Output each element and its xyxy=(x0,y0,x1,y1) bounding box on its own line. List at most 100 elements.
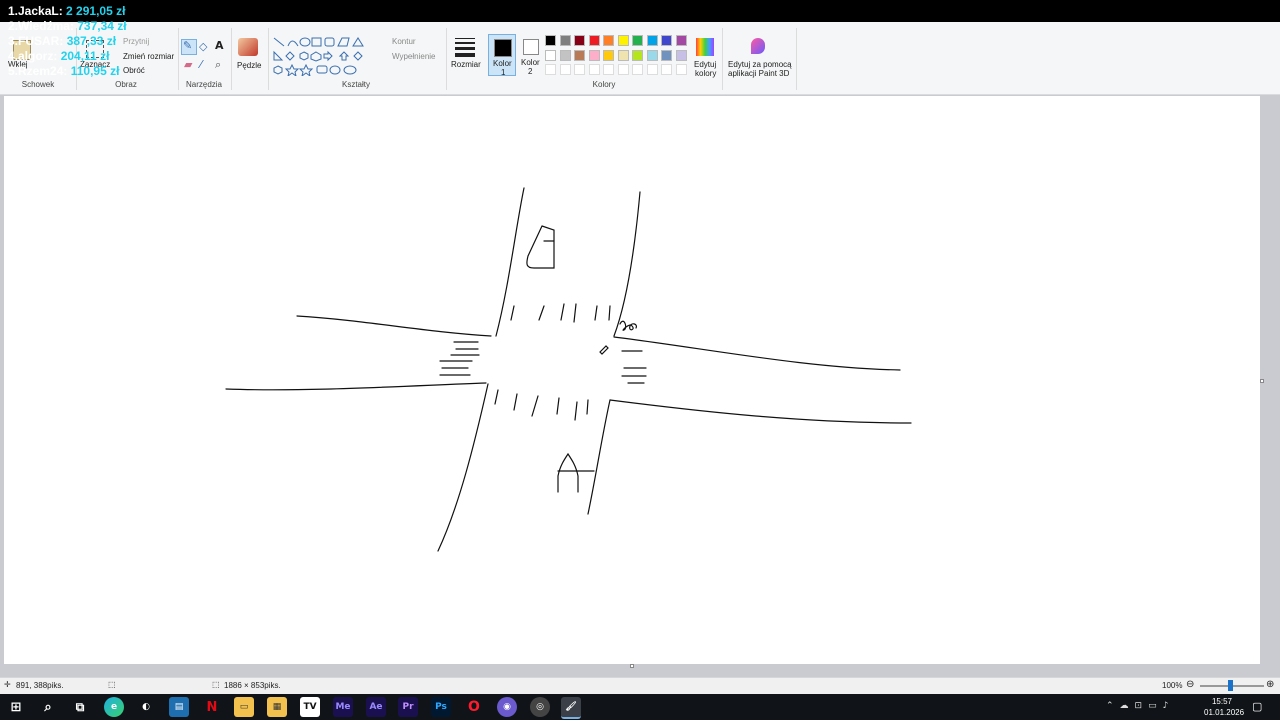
system-tray: ⌃☁⊡▭♪ xyxy=(1106,701,1175,711)
resize-handle-bottom[interactable] xyxy=(630,664,634,668)
color-swatch[interactable] xyxy=(545,49,556,61)
color-swatch[interactable] xyxy=(646,35,658,46)
empty-color-swatch[interactable] xyxy=(617,64,629,75)
drawing-canvas[interactable] xyxy=(4,96,1260,664)
brushes-button[interactable]: Pędzle xyxy=(234,36,264,76)
color-palette xyxy=(545,35,695,80)
color-swatch[interactable] xyxy=(588,35,600,46)
color-swatch[interactable] xyxy=(574,49,585,61)
fill-button[interactable]: Wypełnienie xyxy=(392,52,436,61)
edit-colors-button[interactable]: Edytuj kolory xyxy=(692,36,720,78)
crop-button[interactable]: Przytnij xyxy=(123,37,149,46)
donation-ranking: 1.JackaL: 2 291,05 zł 2.Wiedźma: 737,34 … xyxy=(8,4,127,79)
clock-date: 01.01.2026 xyxy=(1204,708,1245,717)
color-swatch[interactable] xyxy=(675,35,687,46)
resize-handle-right[interactable] xyxy=(1260,379,1264,383)
store-icon[interactable]: ▤ xyxy=(169,697,189,717)
color2-button[interactable]: Kolor 2 xyxy=(518,34,544,76)
color2-swatch xyxy=(523,39,539,55)
rank-amount: 737,34 zł xyxy=(77,19,127,33)
color-swatch[interactable] xyxy=(603,35,614,46)
media-encoder-icon[interactable]: Me xyxy=(333,697,353,717)
size-label: Rozmiar xyxy=(451,60,481,69)
paint3d-label-2: aplikacji Paint 3D xyxy=(728,69,790,78)
steam-icon[interactable]: ◎ xyxy=(530,697,550,717)
empty-color-swatch[interactable] xyxy=(559,64,571,75)
separator xyxy=(796,28,797,90)
status-bar: ✛ 891, 388piks. ⬚ ⬚ 1886 × 853piks. 100%… xyxy=(0,677,1280,694)
color1-button[interactable]: Kolor 1 xyxy=(488,34,516,77)
text-icon[interactable]: A xyxy=(215,39,224,52)
color2-label: Kolor xyxy=(521,58,540,67)
paint-icon[interactable]: 🖌 xyxy=(561,697,581,719)
color-swatch[interactable] xyxy=(603,49,614,61)
size-button[interactable]: Rozmiar xyxy=(450,36,482,76)
clock[interactable]: 15:57 01.01.2026 xyxy=(1204,696,1245,718)
photoshop-icon[interactable]: Ps xyxy=(431,697,451,717)
shapes-gallery[interactable] xyxy=(272,36,376,76)
premiere-icon[interactable]: Pr xyxy=(398,697,418,717)
paint3d-label: Edytuj za pomocą xyxy=(728,60,792,69)
empty-color-swatch[interactable] xyxy=(603,64,614,75)
color-picker-icon[interactable]: ⁄ xyxy=(200,58,202,71)
empty-color-swatch[interactable] xyxy=(632,64,643,75)
color-swatch[interactable] xyxy=(559,35,571,46)
empty-color-swatch[interactable] xyxy=(646,64,658,75)
ranking-row: 4.algorz: 204,11 zł xyxy=(8,49,127,64)
color-swatch[interactable] xyxy=(617,49,629,61)
resize-button[interactable]: Zmień rozmiar xyxy=(123,52,174,61)
separator xyxy=(178,28,179,90)
empty-color-swatch[interactable] xyxy=(545,64,556,75)
size-lines-icon xyxy=(455,38,475,57)
color-swatch[interactable] xyxy=(646,49,658,61)
zoom-out-icon[interactable]: ⊖ xyxy=(1186,679,1194,690)
color-swatch[interactable] xyxy=(574,35,585,46)
color-swatch[interactable] xyxy=(675,49,687,61)
color-swatch[interactable] xyxy=(661,49,672,61)
color1-num: 1 xyxy=(501,68,506,77)
empty-color-swatch[interactable] xyxy=(574,64,585,75)
notification-icon[interactable]: ▢ xyxy=(1252,700,1262,713)
color-swatch[interactable] xyxy=(559,49,571,61)
paint3d-button[interactable]: Edytuj za pomocą aplikacji Paint 3D xyxy=(726,36,792,78)
apps-icon[interactable]: ▦ xyxy=(267,697,287,717)
empty-color-swatch[interactable] xyxy=(675,64,687,75)
task-view-icon[interactable]: ⧉ xyxy=(70,697,90,717)
edge-icon[interactable]: e xyxy=(104,697,124,717)
tradingview-icon[interactable]: TV xyxy=(300,697,320,717)
windows-start-icon[interactable]: ⊞ xyxy=(6,697,26,717)
color-swatch[interactable] xyxy=(617,35,629,46)
colors-group-label: Kolory xyxy=(592,80,616,89)
edit-colors-label-2: kolory xyxy=(695,69,717,78)
rank-amount: 204,11 zł xyxy=(60,49,110,63)
color-swatch[interactable] xyxy=(632,35,643,46)
search-icon[interactable]: ⌕ xyxy=(38,697,58,717)
media-icon[interactable]: ◐ xyxy=(136,697,156,717)
opera-icon[interactable]: O xyxy=(464,697,484,717)
separator xyxy=(722,28,723,90)
color-swatch[interactable] xyxy=(661,35,672,46)
ribbon: Wklej Schowek Zaznacz Przytnij Zmień roz… xyxy=(0,22,1280,95)
after-effects-icon[interactable]: Ae xyxy=(366,697,386,717)
color-swatch[interactable] xyxy=(545,35,556,46)
color-swatch[interactable] xyxy=(588,49,600,61)
color-swatch[interactable] xyxy=(632,49,643,61)
zoom-slider[interactable] xyxy=(1200,680,1264,691)
zoom-thumb[interactable] xyxy=(1228,680,1233,691)
explorer-icon[interactable]: ▭ xyxy=(234,697,254,717)
brushes-label: Pędzle xyxy=(237,61,262,70)
netflix-icon[interactable]: N xyxy=(202,697,222,717)
empty-color-swatch[interactable] xyxy=(588,64,600,75)
tools-group-label: Narzędzia xyxy=(185,80,222,89)
outline-button[interactable]: Kontur xyxy=(392,37,416,46)
zoom-in-icon[interactable]: ⊕ xyxy=(1266,679,1274,690)
color1-label: Kolor xyxy=(493,59,512,68)
eraser-icon[interactable]: ▰ xyxy=(184,58,192,71)
image-group-label: Obraz xyxy=(115,80,137,89)
chrome-icon[interactable]: ◉ xyxy=(497,697,517,717)
empty-color-swatch[interactable] xyxy=(661,64,672,75)
brush-icon xyxy=(238,38,258,56)
separator xyxy=(231,28,232,90)
fill-bucket-icon[interactable]: ◇ xyxy=(199,40,207,53)
magnifier-icon[interactable]: ⌕ xyxy=(215,58,221,72)
